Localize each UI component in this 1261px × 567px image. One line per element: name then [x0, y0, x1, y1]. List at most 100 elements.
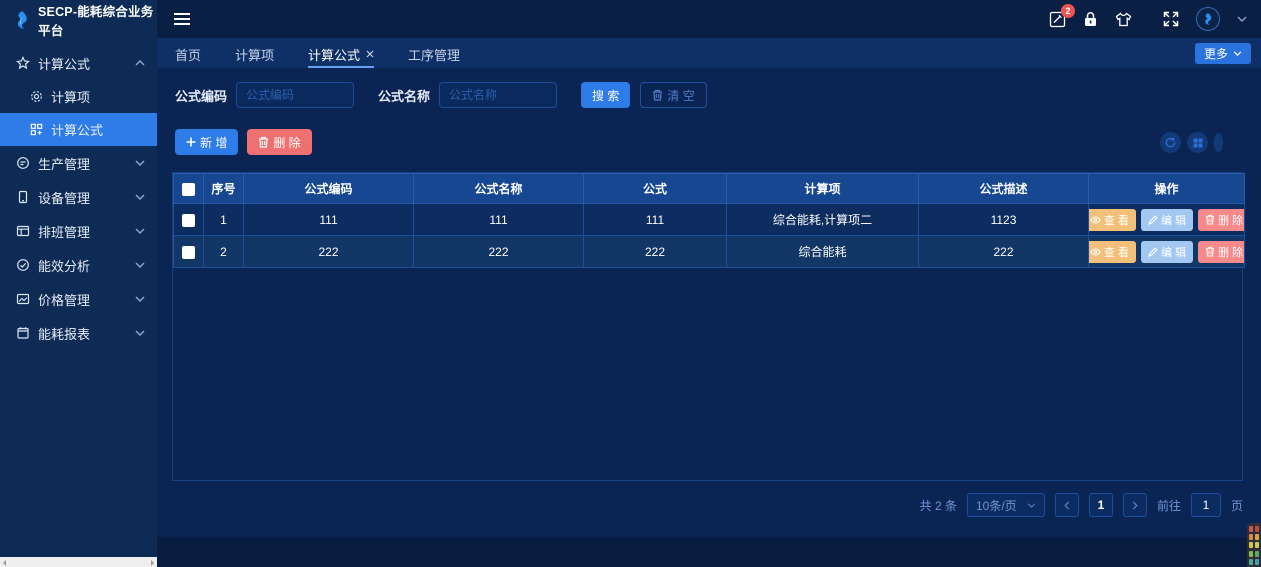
- row-checkbox[interactable]: [182, 214, 195, 227]
- view-button[interactable]: 查 看: [1089, 241, 1136, 263]
- row-checkbox[interactable]: [182, 246, 195, 259]
- tab-label: 计算项: [235, 45, 274, 64]
- next-page-button[interactable]: [1123, 493, 1147, 517]
- row-checkbox-cell: [174, 204, 204, 236]
- analysis-icon: [16, 258, 30, 272]
- sidebar-group-label: 计算公式: [38, 54, 90, 73]
- sidebar-item-calc-item[interactable]: 计算项: [0, 80, 157, 113]
- tab-home[interactable]: 首页: [175, 38, 201, 68]
- cell-calc-item: 综合能耗: [727, 236, 919, 268]
- header-formula: 公式: [584, 174, 727, 204]
- delete-button[interactable]: 删 除: [1198, 209, 1244, 231]
- sidebar-group-label: 能耗报表: [38, 324, 90, 343]
- pencil-icon: [1148, 215, 1158, 225]
- tab-calc-item[interactable]: 计算项: [235, 38, 274, 68]
- sidebar-horizontal-scrollbar[interactable]: [0, 557, 157, 567]
- theme-shirt-icon[interactable]: [1115, 12, 1132, 27]
- formula-code-input[interactable]: [236, 82, 354, 108]
- palette-color-cell[interactable]: [1255, 526, 1259, 532]
- palette-color-cell[interactable]: [1249, 551, 1253, 557]
- select-all-checkbox[interactable]: [182, 183, 195, 196]
- chevron-down-icon: [135, 194, 145, 200]
- pagination: 共 2 条 10条/页 1 前往 页: [920, 493, 1243, 517]
- formula-code-label: 公式编码: [175, 86, 227, 105]
- hamburger-menu-icon[interactable]: [173, 12, 191, 26]
- notes-icon[interactable]: 2: [1049, 11, 1066, 28]
- goto-page-input[interactable]: [1191, 493, 1221, 517]
- tab-bar: 首页 计算项 计算公式 工序管理 更多: [157, 38, 1261, 68]
- more-button[interactable]: 更多: [1195, 43, 1251, 64]
- delete-button[interactable]: 删 除: [1198, 241, 1244, 263]
- search-button[interactable]: 搜 索: [581, 82, 630, 108]
- fullscreen-icon[interactable]: [1163, 11, 1179, 27]
- chevron-left-icon: [1064, 501, 1070, 510]
- palette-color-cell[interactable]: [1249, 559, 1253, 565]
- table-tool-icons: [1160, 132, 1223, 153]
- sidebar-group-efficiency[interactable]: 能效分析: [0, 248, 157, 282]
- add-button[interactable]: 新 增: [175, 129, 238, 155]
- device-icon: [16, 190, 30, 204]
- production-icon: [16, 156, 30, 170]
- cell-seq: 2: [204, 236, 244, 268]
- cell-formula: 222: [584, 236, 727, 268]
- tab-process-mgmt[interactable]: 工序管理: [408, 38, 460, 68]
- content-card: 公式编码 公式名称 搜 索 清 空 新 增 删 除: [157, 68, 1261, 537]
- close-icon[interactable]: [366, 50, 374, 58]
- header-actions: 操作: [1089, 174, 1245, 204]
- sidebar-item-calc-formula[interactable]: 计算公式: [0, 113, 157, 146]
- lock-icon[interactable]: [1083, 11, 1098, 27]
- sidebar-group-label: 能效分析: [38, 256, 90, 275]
- header-code: 公式编码: [244, 174, 414, 204]
- prev-page-button[interactable]: [1055, 493, 1079, 517]
- sidebar-group-report[interactable]: 能耗报表: [0, 316, 157, 350]
- clear-button[interactable]: 清 空: [640, 82, 706, 108]
- more-label: 更多: [1204, 45, 1228, 62]
- page-size-select[interactable]: 10条/页: [967, 493, 1045, 517]
- palette-color-cell[interactable]: [1249, 542, 1253, 548]
- palette-color-cell[interactable]: [1249, 526, 1253, 532]
- edit-button[interactable]: 编 辑: [1141, 241, 1193, 263]
- app-logo-icon: [13, 10, 31, 30]
- batch-delete-button[interactable]: 删 除: [247, 129, 311, 155]
- chevron-right-icon: [1132, 501, 1138, 510]
- action-toolbar: 新 增 删 除: [175, 129, 312, 155]
- sidebar-group-price[interactable]: 价格管理: [0, 282, 157, 316]
- palette-color-cell[interactable]: [1255, 542, 1259, 548]
- formula-name-input[interactable]: [439, 82, 557, 108]
- clear-label: 清 空: [667, 87, 694, 104]
- palette-color-cell[interactable]: [1255, 534, 1259, 540]
- trash-icon: [258, 136, 269, 148]
- cell-desc: 222: [919, 236, 1089, 268]
- trash-icon: [652, 89, 663, 101]
- refresh-icon[interactable]: [1160, 132, 1181, 153]
- add-label: 新 增: [200, 134, 227, 151]
- user-avatar[interactable]: [1196, 7, 1220, 31]
- sidebar-group-production[interactable]: 生产管理: [0, 146, 157, 180]
- page-size-value: 10条/页: [976, 497, 1017, 514]
- palette-color-cell[interactable]: [1255, 559, 1259, 565]
- eye-icon: [1090, 216, 1101, 224]
- palette-color-cell[interactable]: [1255, 551, 1259, 557]
- gear-icon: [30, 90, 43, 103]
- palette-color-cell[interactable]: [1249, 534, 1253, 540]
- page-number-1[interactable]: 1: [1089, 493, 1113, 517]
- pencil-icon: [1148, 247, 1158, 257]
- cell-code: 111: [244, 204, 414, 236]
- view-button[interactable]: 查 看: [1089, 209, 1136, 231]
- delete-label: 删 除: [1218, 244, 1243, 260]
- user-menu-chevron-icon[interactable]: [1237, 16, 1247, 22]
- tab-label: 首页: [175, 45, 201, 64]
- sidebar-group-shift[interactable]: 排班管理: [0, 214, 157, 248]
- sidebar-item-label: 计算公式: [51, 120, 103, 139]
- delete-label: 删 除: [1218, 212, 1243, 228]
- table-row: 1 111 111 111 综合能耗,计算项二 1123 查 看 编 辑 删 除: [174, 204, 1245, 236]
- schedule-icon: [16, 224, 30, 238]
- tab-calc-formula[interactable]: 计算公式: [308, 38, 374, 68]
- sidebar-group-device[interactable]: 设备管理: [0, 180, 157, 214]
- cell-name: 222: [414, 236, 584, 268]
- sidebar-group-calc-formula[interactable]: 计算公式: [0, 46, 157, 80]
- theme-palette[interactable]: [1247, 523, 1261, 567]
- partial-icon[interactable]: [1214, 133, 1223, 152]
- column-settings-icon[interactable]: [1187, 132, 1208, 153]
- edit-button[interactable]: 编 辑: [1141, 209, 1193, 231]
